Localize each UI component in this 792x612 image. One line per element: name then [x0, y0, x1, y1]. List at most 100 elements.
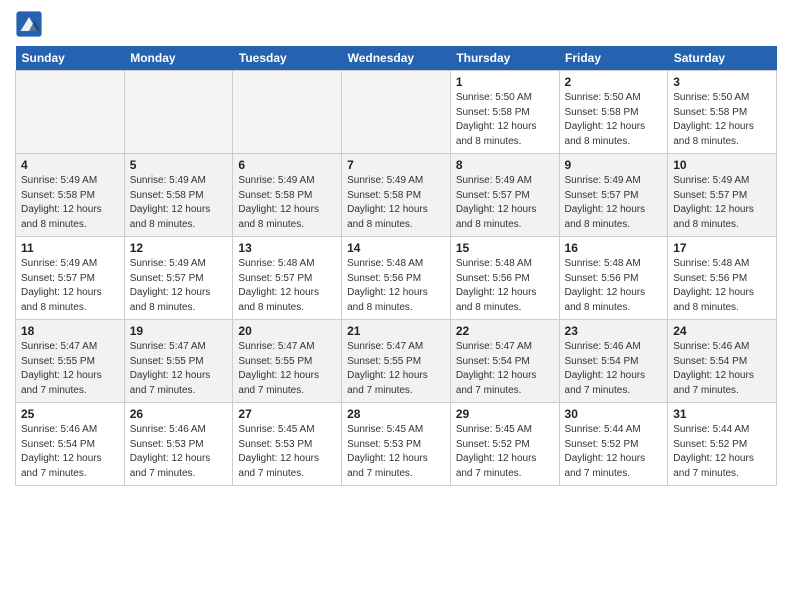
- calendar-cell: 15 Sunrise: 5:48 AM Sunset: 5:56 PM Dayli…: [450, 237, 559, 320]
- day-number: 5: [130, 158, 228, 172]
- day-info: Sunrise: 5:47 AM Sunset: 5:55 PM Dayligh…: [238, 340, 336, 398]
- day-info: Sunrise: 5:47 AM Sunset: 5:55 PM Dayligh…: [347, 340, 445, 398]
- day-number: 8: [456, 158, 554, 172]
- calendar-cell: [16, 71, 125, 154]
- day-number: 24: [673, 324, 771, 338]
- calendar-cell: 13 Sunrise: 5:48 AM Sunset: 5:57 PM Dayli…: [233, 237, 342, 320]
- calendar-cell: 29Sunrise: 5:45 AM Sunset: 5:52 PM Dayli…: [450, 403, 559, 486]
- calendar-cell: 19 Sunrise: 5:47 AM Sunset: 5:55 PM Dayli…: [124, 320, 233, 403]
- day-number: 1: [456, 75, 554, 89]
- day-info: Sunrise: 5:49 AM Sunset: 5:58 PM Dayligh…: [21, 174, 119, 232]
- day-number: 10: [673, 158, 771, 172]
- weekday-header-tuesday: Tuesday: [233, 46, 342, 71]
- weekday-header-sunday: Sunday: [16, 46, 125, 71]
- day-number: 16: [565, 241, 663, 255]
- calendar-cell: 4 Sunrise: 5:49 AM Sunset: 5:58 PM Daylig…: [16, 154, 125, 237]
- calendar-cell: [124, 71, 233, 154]
- logo-icon: [15, 10, 43, 38]
- day-info: Sunrise: 5:50 AM Sunset: 5:58 PM Dayligh…: [673, 91, 771, 149]
- day-info: Sunrise: 5:49 AM Sunset: 5:58 PM Dayligh…: [347, 174, 445, 232]
- weekday-header-saturday: Saturday: [668, 46, 777, 71]
- calendar-cell: 16 Sunrise: 5:48 AM Sunset: 5:56 PM Dayli…: [559, 237, 668, 320]
- day-number: 18: [21, 324, 119, 338]
- day-info: Sunrise: 5:46 AM Sunset: 5:54 PM Dayligh…: [21, 423, 119, 481]
- day-info: Sunrise: 5:44 AM Sunset: 5:52 PM Dayligh…: [673, 423, 771, 481]
- calendar-cell: 18Sunrise: 5:47 AM Sunset: 5:55 PM Dayli…: [16, 320, 125, 403]
- day-number: 31: [673, 407, 771, 421]
- day-number: 7: [347, 158, 445, 172]
- calendar-cell: 17 Sunrise: 5:48 AM Sunset: 5:56 PM Dayli…: [668, 237, 777, 320]
- day-info: Sunrise: 5:47 AM Sunset: 5:54 PM Dayligh…: [456, 340, 554, 398]
- day-number: 9: [565, 158, 663, 172]
- day-number: 25: [21, 407, 119, 421]
- calendar-cell: 8 Sunrise: 5:49 AM Sunset: 5:57 PM Daylig…: [450, 154, 559, 237]
- calendar-header-row: SundayMondayTuesdayWednesdayThursdayFrid…: [16, 46, 777, 71]
- day-info: Sunrise: 5:44 AM Sunset: 5:52 PM Dayligh…: [565, 423, 663, 481]
- day-number: 11: [21, 241, 119, 255]
- day-number: 13: [238, 241, 336, 255]
- day-number: 17: [673, 241, 771, 255]
- day-info: Sunrise: 5:49 AM Sunset: 5:57 PM Dayligh…: [456, 174, 554, 232]
- day-number: 12: [130, 241, 228, 255]
- calendar-cell: 2Sunrise: 5:50 AM Sunset: 5:58 PM Daylig…: [559, 71, 668, 154]
- day-info: Sunrise: 5:46 AM Sunset: 5:54 PM Dayligh…: [565, 340, 663, 398]
- day-info: Sunrise: 5:48 AM Sunset: 5:56 PM Dayligh…: [673, 257, 771, 315]
- logo: [15, 10, 47, 38]
- calendar-cell: 3Sunrise: 5:50 AM Sunset: 5:58 PM Daylig…: [668, 71, 777, 154]
- calendar-cell: [342, 71, 451, 154]
- calendar-cell: 10 Sunrise: 5:49 AM Sunset: 5:57 PM Dayli…: [668, 154, 777, 237]
- day-info: Sunrise: 5:49 AM Sunset: 5:58 PM Dayligh…: [130, 174, 228, 232]
- day-number: 27: [238, 407, 336, 421]
- day-info: Sunrise: 5:48 AM Sunset: 5:56 PM Dayligh…: [456, 257, 554, 315]
- calendar-cell: 23 Sunrise: 5:46 AM Sunset: 5:54 PM Dayli…: [559, 320, 668, 403]
- calendar-cell: 27 Sunrise: 5:45 AM Sunset: 5:53 PM Dayli…: [233, 403, 342, 486]
- calendar-cell: 28 Sunrise: 5:45 AM Sunset: 5:53 PM Dayli…: [342, 403, 451, 486]
- day-number: 4: [21, 158, 119, 172]
- day-info: Sunrise: 5:45 AM Sunset: 5:52 PM Dayligh…: [456, 423, 554, 481]
- day-info: Sunrise: 5:46 AM Sunset: 5:54 PM Dayligh…: [673, 340, 771, 398]
- day-number: 6: [238, 158, 336, 172]
- calendar-cell: 5 Sunrise: 5:49 AM Sunset: 5:58 PM Daylig…: [124, 154, 233, 237]
- day-info: Sunrise: 5:45 AM Sunset: 5:53 PM Dayligh…: [238, 423, 336, 481]
- calendar-cell: 9 Sunrise: 5:49 AM Sunset: 5:57 PM Daylig…: [559, 154, 668, 237]
- day-info: Sunrise: 5:50 AM Sunset: 5:58 PM Dayligh…: [456, 91, 554, 149]
- day-info: Sunrise: 5:47 AM Sunset: 5:55 PM Dayligh…: [130, 340, 228, 398]
- day-number: 23: [565, 324, 663, 338]
- calendar-cell: 26 Sunrise: 5:46 AM Sunset: 5:53 PM Dayli…: [124, 403, 233, 486]
- day-number: 22: [456, 324, 554, 338]
- calendar-cell: 24 Sunrise: 5:46 AM Sunset: 5:54 PM Dayli…: [668, 320, 777, 403]
- calendar-week-5: 25 Sunrise: 5:46 AM Sunset: 5:54 PM Dayli…: [16, 403, 777, 486]
- calendar-week-2: 4 Sunrise: 5:49 AM Sunset: 5:58 PM Daylig…: [16, 154, 777, 237]
- calendar-cell: 25 Sunrise: 5:46 AM Sunset: 5:54 PM Dayli…: [16, 403, 125, 486]
- day-info: Sunrise: 5:48 AM Sunset: 5:57 PM Dayligh…: [238, 257, 336, 315]
- weekday-header-monday: Monday: [124, 46, 233, 71]
- weekday-header-wednesday: Wednesday: [342, 46, 451, 71]
- day-number: 19: [130, 324, 228, 338]
- calendar-cell: 22 Sunrise: 5:47 AM Sunset: 5:54 PM Dayli…: [450, 320, 559, 403]
- day-number: 20: [238, 324, 336, 338]
- calendar-cell: 1 Sunrise: 5:50 AM Sunset: 5:58 PM Daylig…: [450, 71, 559, 154]
- page-header: [15, 10, 777, 38]
- day-info: Sunrise: 5:46 AM Sunset: 5:53 PM Dayligh…: [130, 423, 228, 481]
- weekday-header-friday: Friday: [559, 46, 668, 71]
- calendar-cell: 6 Sunrise: 5:49 AM Sunset: 5:58 PM Daylig…: [233, 154, 342, 237]
- day-number: 26: [130, 407, 228, 421]
- day-info: Sunrise: 5:50 AM Sunset: 5:58 PM Dayligh…: [565, 91, 663, 149]
- day-number: 21: [347, 324, 445, 338]
- day-info: Sunrise: 5:49 AM Sunset: 5:58 PM Dayligh…: [238, 174, 336, 232]
- day-info: Sunrise: 5:48 AM Sunset: 5:56 PM Dayligh…: [565, 257, 663, 315]
- day-number: 30: [565, 407, 663, 421]
- day-info: Sunrise: 5:45 AM Sunset: 5:53 PM Dayligh…: [347, 423, 445, 481]
- calendar-cell: 20 Sunrise: 5:47 AM Sunset: 5:55 PM Dayli…: [233, 320, 342, 403]
- day-info: Sunrise: 5:49 AM Sunset: 5:57 PM Dayligh…: [565, 174, 663, 232]
- day-number: 15: [456, 241, 554, 255]
- calendar-week-1: 1 Sunrise: 5:50 AM Sunset: 5:58 PM Daylig…: [16, 71, 777, 154]
- calendar-cell: 12 Sunrise: 5:49 AM Sunset: 5:57 PM Dayli…: [124, 237, 233, 320]
- day-info: Sunrise: 5:49 AM Sunset: 5:57 PM Dayligh…: [673, 174, 771, 232]
- day-number: 14: [347, 241, 445, 255]
- day-info: Sunrise: 5:48 AM Sunset: 5:56 PM Dayligh…: [347, 257, 445, 315]
- calendar-table: SundayMondayTuesdayWednesdayThursdayFrid…: [15, 46, 777, 486]
- day-info: Sunrise: 5:49 AM Sunset: 5:57 PM Dayligh…: [130, 257, 228, 315]
- day-number: 28: [347, 407, 445, 421]
- calendar-cell: 31 Sunrise: 5:44 AM Sunset: 5:52 PM Dayli…: [668, 403, 777, 486]
